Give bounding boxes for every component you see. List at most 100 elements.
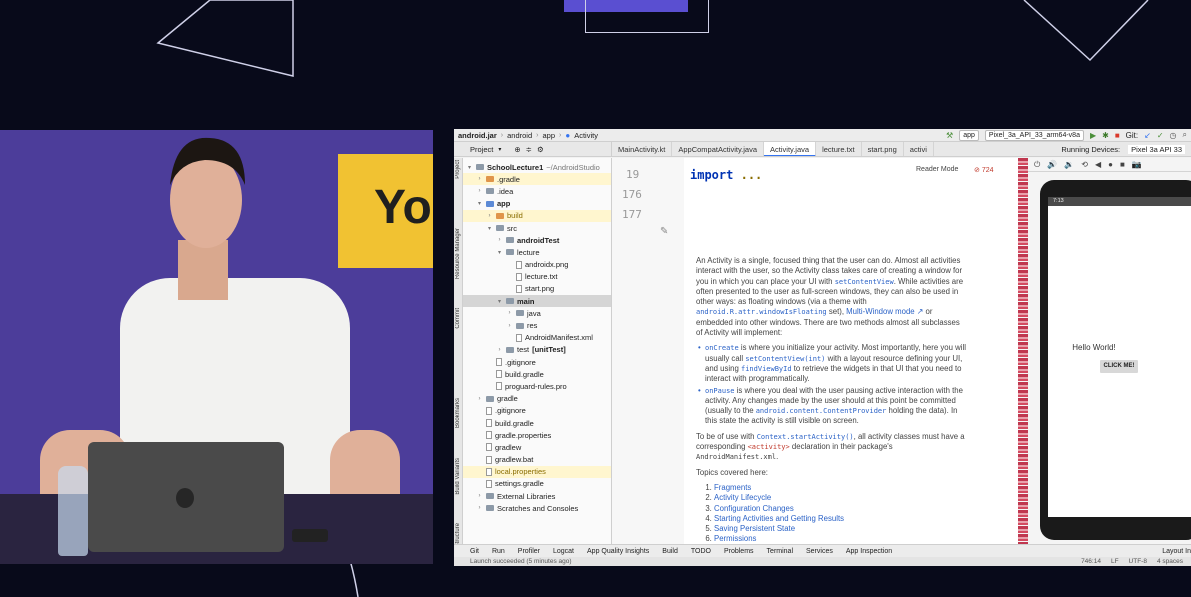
breadcrumb-item[interactable]: android	[507, 131, 532, 140]
volume-up-icon[interactable]: 🔊	[1047, 160, 1057, 169]
warning-count[interactable]: ⊘ 724	[974, 166, 994, 174]
tree-node[interactable]: ▾ main	[463, 295, 611, 308]
tree-node[interactable]: start.png	[463, 283, 611, 295]
chevron-down-icon[interactable]: ▾	[498, 146, 501, 153]
tree-node[interactable]: ▾ SchoolLecture1 ~/AndroidStudio	[463, 161, 611, 173]
edit-icon[interactable]: ✎	[660, 226, 668, 237]
file-encoding[interactable]: UTF-8	[1129, 558, 1147, 565]
tree-node[interactable]: proguard-rules.pro	[463, 380, 611, 392]
tree-node[interactable]: gradlew.bat	[463, 454, 611, 466]
status-message[interactable]: Launch succeeded (5 minutes ago)	[470, 558, 572, 565]
tree-node[interactable]: gradlew	[463, 441, 611, 453]
tree-node[interactable]: › Scratches and Consoles	[463, 502, 611, 514]
tool-logcat[interactable]: Logcat	[553, 548, 574, 555]
tool-services[interactable]: Services	[806, 548, 833, 555]
tool-terminal[interactable]: Terminal	[767, 548, 793, 555]
tree-node[interactable]: build.gradle	[463, 417, 611, 429]
tree-node[interactable]: androidx.png	[463, 259, 611, 271]
overview-icon[interactable]: ■	[1120, 160, 1125, 169]
multi-window-link[interactable]: Multi-Window mode ↗	[846, 307, 923, 316]
tool-problems[interactable]: Problems	[724, 548, 754, 555]
topic-link[interactable]: Permissions	[714, 534, 756, 543]
hammer-icon[interactable]: ⚒	[946, 131, 953, 140]
debug-icon[interactable]: ✱	[1102, 131, 1109, 140]
tool-app-inspection[interactable]: App Inspection	[846, 548, 892, 555]
camera-icon[interactable]: 📷	[1132, 160, 1142, 169]
collapse-icon[interactable]: ≑	[526, 145, 532, 154]
tool-profiler[interactable]: Profiler	[518, 548, 540, 555]
commit-tool-button[interactable]: Commit	[455, 308, 461, 329]
tool-git[interactable]: Git	[470, 548, 479, 555]
tool-build[interactable]: Build	[662, 548, 678, 555]
topic-link[interactable]: Saving Persistent State	[714, 524, 795, 533]
tree-node[interactable]: › .gradle	[463, 173, 611, 186]
tree-node[interactable]: AndroidManifest.xml	[463, 332, 611, 344]
tree-node[interactable]: build.gradle	[463, 368, 611, 380]
error-stripe[interactable]	[1018, 158, 1028, 544]
run-config-select[interactable]: app	[959, 129, 979, 141]
breadcrumb-item[interactable]: Activity	[574, 131, 598, 140]
emulator-screen[interactable]: 7:13 Hello World! CLICK ME!	[1048, 197, 1191, 517]
update-icon[interactable]: ↙	[1144, 131, 1151, 140]
project-tool-button[interactable]: Project	[455, 160, 461, 179]
tree-node[interactable]: local.properties	[463, 465, 611, 478]
topic-link[interactable]: Activity Lifecycle	[714, 493, 771, 502]
topic-link[interactable]: Configuration Changes	[714, 504, 794, 513]
topic-link[interactable]: Fragments	[714, 483, 751, 492]
tree-node[interactable]: › build	[463, 209, 611, 222]
tree-node[interactable]: .gitignore	[463, 356, 611, 368]
volume-down-icon[interactable]: 🔉	[1064, 160, 1074, 169]
tab-lecture[interactable]: lecture.txt	[816, 142, 862, 156]
target-icon[interactable]: ⊕	[514, 145, 520, 154]
tree-node[interactable]: ▾ lecture	[463, 246, 611, 258]
click-me-button[interactable]: CLICK ME!	[1100, 360, 1138, 373]
line-separator[interactable]: LF	[1111, 558, 1119, 565]
tab-mainactivity[interactable]: MainActivity.kt	[612, 142, 673, 156]
tree-node[interactable]: › java	[463, 307, 611, 319]
tool-layout-inspector[interactable]: Layout In	[1162, 548, 1191, 555]
tab-start-png[interactable]: start.png	[862, 142, 904, 156]
tree-node[interactable]: › External Libraries	[463, 490, 611, 502]
tab-activi[interactable]: activi	[904, 142, 934, 156]
tree-node[interactable]: › .idea	[463, 185, 611, 197]
run-icon[interactable]: ▶	[1090, 131, 1096, 140]
tree-node[interactable]: › test [unitTest]	[463, 344, 611, 356]
tree-node[interactable]: ▾ src	[463, 222, 611, 234]
caret-position[interactable]: 746:14	[1081, 558, 1101, 565]
tree-node[interactable]: › gradle	[463, 393, 611, 405]
tab-activity[interactable]: Activity.java	[764, 142, 817, 156]
tree-node[interactable]: lecture.txt	[463, 271, 611, 283]
indent-setting[interactable]: 4 spaces	[1157, 558, 1183, 565]
code-editor[interactable]: import ... Reader Mode ⊘ 724 An Activity…	[684, 158, 1018, 544]
power-icon[interactable]: ⏻	[1034, 160, 1040, 170]
rotate-icon[interactable]: ⟲	[1081, 160, 1088, 169]
search-icon[interactable]: ⌕	[1183, 130, 1187, 140]
tool-app-quality-insights[interactable]: App Quality Insights	[587, 548, 649, 555]
commit-icon[interactable]: ✓	[1157, 131, 1164, 140]
back-icon[interactable]: ◀	[1095, 160, 1101, 169]
tree-node[interactable]: ▾ app	[463, 198, 611, 210]
home-icon[interactable]: ●	[1108, 160, 1113, 169]
project-view-select[interactable]: Project	[470, 145, 493, 154]
breadcrumb-item[interactable]: android.jar	[458, 131, 497, 140]
history-icon[interactable]: ◷	[1170, 131, 1177, 140]
tab-appcompatactivity[interactable]: AppCompatActivity.java	[672, 142, 765, 156]
tool-run[interactable]: Run	[492, 548, 505, 555]
bookmarks-tool-button[interactable]: Bookmarks	[455, 398, 461, 428]
topic-link[interactable]: Starting Activities and Getting Results	[714, 514, 844, 523]
tree-node[interactable]: gradle.properties	[463, 429, 611, 441]
tree-node[interactable]: › res	[463, 319, 611, 331]
tree-node[interactable]: settings.gradle	[463, 478, 611, 490]
gear-icon[interactable]: ⚙	[537, 145, 544, 154]
running-device-tab[interactable]: Pixel 3a API 33	[1128, 144, 1185, 154]
tree-node[interactable]: .gitignore	[463, 405, 611, 417]
tool-todo[interactable]: TODO	[691, 548, 711, 555]
build-variants-tool-button[interactable]: Build Variants	[455, 458, 461, 495]
reader-mode-toggle[interactable]: Reader Mode	[916, 166, 958, 173]
tree-node[interactable]: › androidTest	[463, 234, 611, 246]
stop-icon[interactable]: ■	[1115, 131, 1120, 140]
resource-manager-tool-button[interactable]: Resource Manager	[455, 228, 461, 279]
breadcrumb-item[interactable]: app	[542, 131, 555, 140]
device-select[interactable]: Pixel_3a_API_33_arm64-v8a	[984, 129, 1084, 141]
emulator-toolbar: ⏻ 🔊 🔉 ⟲ ◀ ● ■ 📷	[1028, 158, 1191, 172]
